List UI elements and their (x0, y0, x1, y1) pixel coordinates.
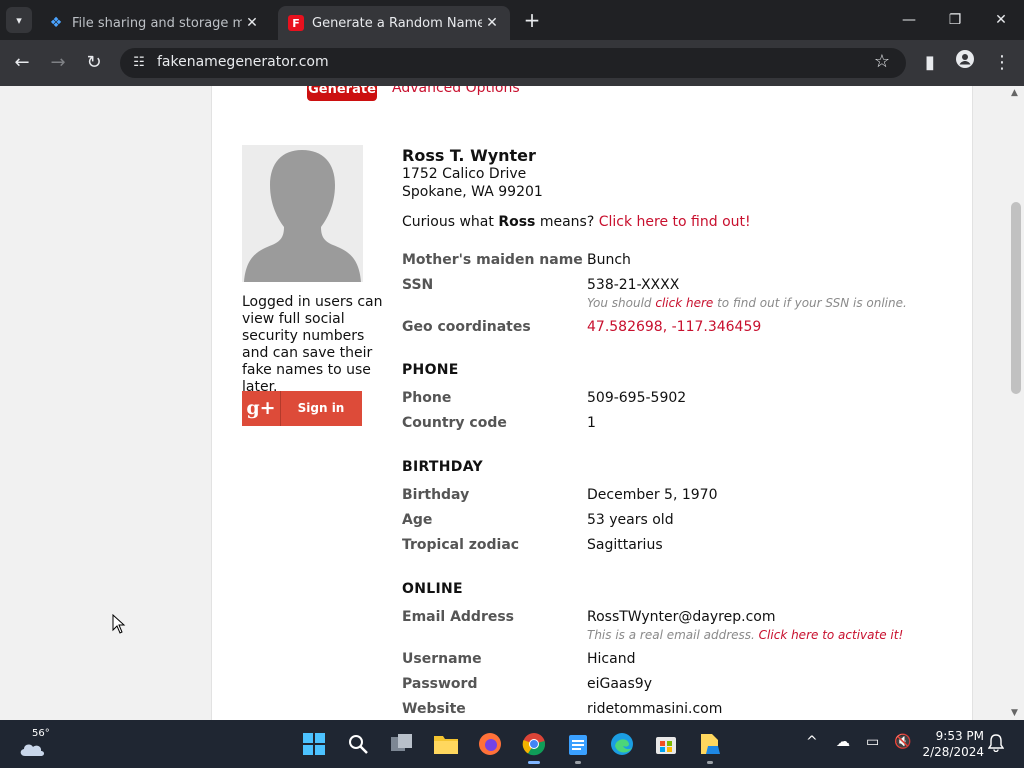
ssn-label: SSN (402, 277, 434, 293)
edge-icon[interactable] (606, 728, 638, 760)
browser-toolbar: ← → ↻ ☷ fakenamegenerator.com ☆ ▮ ⋮ (0, 40, 1024, 86)
geo-coordinates-link[interactable]: 47.582698, -117.346459 (587, 319, 761, 335)
dropbox-favicon-icon: ❖ (49, 15, 63, 31)
file-explorer-icon[interactable] (430, 728, 462, 760)
volume-muted-icon[interactable]: 🔇 (894, 734, 911, 750)
clock-time: 9:53 PM (935, 729, 984, 743)
cloud-icon (20, 744, 44, 756)
activate-email-link[interactable]: Click here to activate it! (759, 628, 904, 642)
page-scrollbar[interactable]: ▲ ▼ (1008, 86, 1024, 720)
zodiac-label: Tropical zodiac (402, 537, 520, 553)
name-meaning-line: Curious what Ross means? Click here to f… (402, 214, 751, 230)
generate-button[interactable]: Generate (307, 86, 377, 101)
side-panel-icon[interactable]: ▮ (917, 50, 943, 76)
scroll-up-arrow-icon[interactable]: ▲ (1011, 88, 1018, 98)
country-code-label: Country code (402, 415, 507, 431)
tab-title: File sharing and storage made s (72, 15, 242, 31)
first-name: Ross (498, 214, 536, 230)
email-label: Email Address (402, 609, 515, 625)
email-value: RossTWynter@dayrep.com (587, 609, 776, 625)
system-clock[interactable]: 9:53 PM 2/28/2024 (920, 728, 984, 760)
address-line-1: 1752 Calico Drive (402, 166, 527, 182)
chrome-icon[interactable] (518, 728, 550, 764)
tab-strip: ▾ ❖ File sharing and storage made s ✕ F … (0, 0, 1024, 40)
start-windows-icon[interactable] (298, 728, 330, 760)
ssn-note: You should click here to find out if you… (587, 296, 907, 310)
chevron-up-icon[interactable]: ^ (806, 734, 818, 750)
maiden-name-label: Mother's maiden name (402, 252, 583, 268)
online-heading: ONLINE (402, 581, 463, 597)
network-icon[interactable]: ▭ (866, 734, 879, 750)
email-note: This is a real email address. Click here… (587, 628, 904, 642)
main-content: Generate Advanced Options Logged in user… (211, 86, 973, 720)
restore-icon[interactable]: ❐ (932, 0, 978, 40)
menu-kebab-icon[interactable]: ⋮ (989, 50, 1015, 76)
scrollbar-thumb[interactable] (1011, 202, 1021, 394)
taskbar: 56° ^ ☁ ▭ 🔇 9:53 PM 2/28/2024 (0, 720, 1024, 768)
tab-search-chevron-icon[interactable]: ▾ (6, 7, 32, 33)
phone-label: Phone (402, 390, 452, 406)
back-arrow-icon[interactable]: ← (9, 50, 35, 76)
page-viewport: Generate Advanced Options Logged in user… (0, 86, 1008, 720)
address-bar[interactable]: ☷ fakenamegenerator.com ☆ (120, 48, 906, 78)
notifications-bell-icon[interactable] (987, 734, 1005, 756)
minimize-icon[interactable]: — (886, 0, 932, 40)
birthday-value: December 5, 1970 (587, 487, 718, 503)
username-value: Hicand (587, 651, 636, 667)
phone-heading: PHONE (402, 362, 459, 378)
advanced-options-link[interactable]: Advanced Options (392, 86, 520, 96)
name-meaning-link[interactable]: Click here to find out! (599, 214, 751, 230)
site-info-tune-icon[interactable]: ☷ (128, 52, 150, 74)
onedrive-offline-icon[interactable]: ☁ (836, 734, 850, 750)
close-window-icon[interactable]: ✕ (978, 0, 1024, 40)
ssn-value: 538-21-XXXX (587, 277, 680, 293)
avatar-silhouette (242, 145, 363, 282)
username-label: Username (402, 651, 482, 667)
website-value: ridetommasini.com (587, 701, 723, 717)
age-value: 53 years old (587, 512, 674, 528)
bookmark-star-icon[interactable]: ☆ (874, 51, 890, 72)
notepad-icon[interactable] (562, 728, 594, 764)
google-signin-button[interactable]: g+ Sign in (242, 391, 362, 426)
password-value: eiGaas9y (587, 676, 652, 692)
fakename-favicon-icon: F (288, 15, 304, 31)
country-code-value: 1 (587, 415, 596, 431)
birthday-heading: BIRTHDAY (402, 459, 483, 475)
address-line-2: Spokane, WA 99201 (402, 184, 543, 200)
google-plus-icon: g+ (242, 391, 281, 426)
task-view-icon[interactable] (386, 728, 418, 760)
mouse-cursor-icon (112, 613, 126, 638)
scroll-down-arrow-icon[interactable]: ▼ (1011, 708, 1018, 718)
zodiac-value: Sagittarius (587, 537, 663, 553)
firefox-icon[interactable] (474, 728, 506, 760)
new-tab-plus-icon[interactable]: + (520, 8, 544, 32)
website-label: Website (402, 701, 466, 717)
password-label: Password (402, 676, 478, 692)
maiden-name-value: Bunch (587, 252, 631, 268)
weather-widget[interactable]: 56° (18, 728, 64, 760)
close-tab-icon[interactable]: ✕ (482, 15, 502, 31)
weather-temp: 56° (32, 728, 50, 739)
age-label: Age (402, 512, 433, 528)
tab-fake-name-generator[interactable]: F Generate a Random Name - Fak ✕ (278, 6, 510, 40)
file-manager-icon[interactable] (694, 728, 726, 764)
forward-arrow-icon[interactable]: → (45, 50, 71, 76)
signin-label: Sign in (297, 401, 345, 415)
tab-title: Generate a Random Name - Fak (312, 15, 482, 31)
ssn-check-link[interactable]: click here (655, 296, 713, 310)
close-tab-icon[interactable]: ✕ (242, 15, 262, 31)
geo-coordinates-label: Geo coordinates (402, 319, 531, 335)
login-note: Logged in users can view full social sec… (242, 294, 383, 395)
birthday-label: Birthday (402, 487, 470, 503)
url-text[interactable]: fakenamegenerator.com (157, 54, 329, 70)
search-icon[interactable] (342, 728, 374, 760)
clock-date: 2/28/2024 (922, 745, 984, 759)
reload-icon[interactable]: ↻ (81, 50, 107, 76)
phone-value: 509-695-5902 (587, 390, 687, 406)
tab-file-sharing[interactable]: ❖ File sharing and storage made s ✕ (38, 6, 270, 40)
profile-icon[interactable] (952, 50, 978, 76)
microsoft-store-icon[interactable] (650, 728, 682, 760)
person-name: Ross T. Wynter (402, 146, 536, 165)
